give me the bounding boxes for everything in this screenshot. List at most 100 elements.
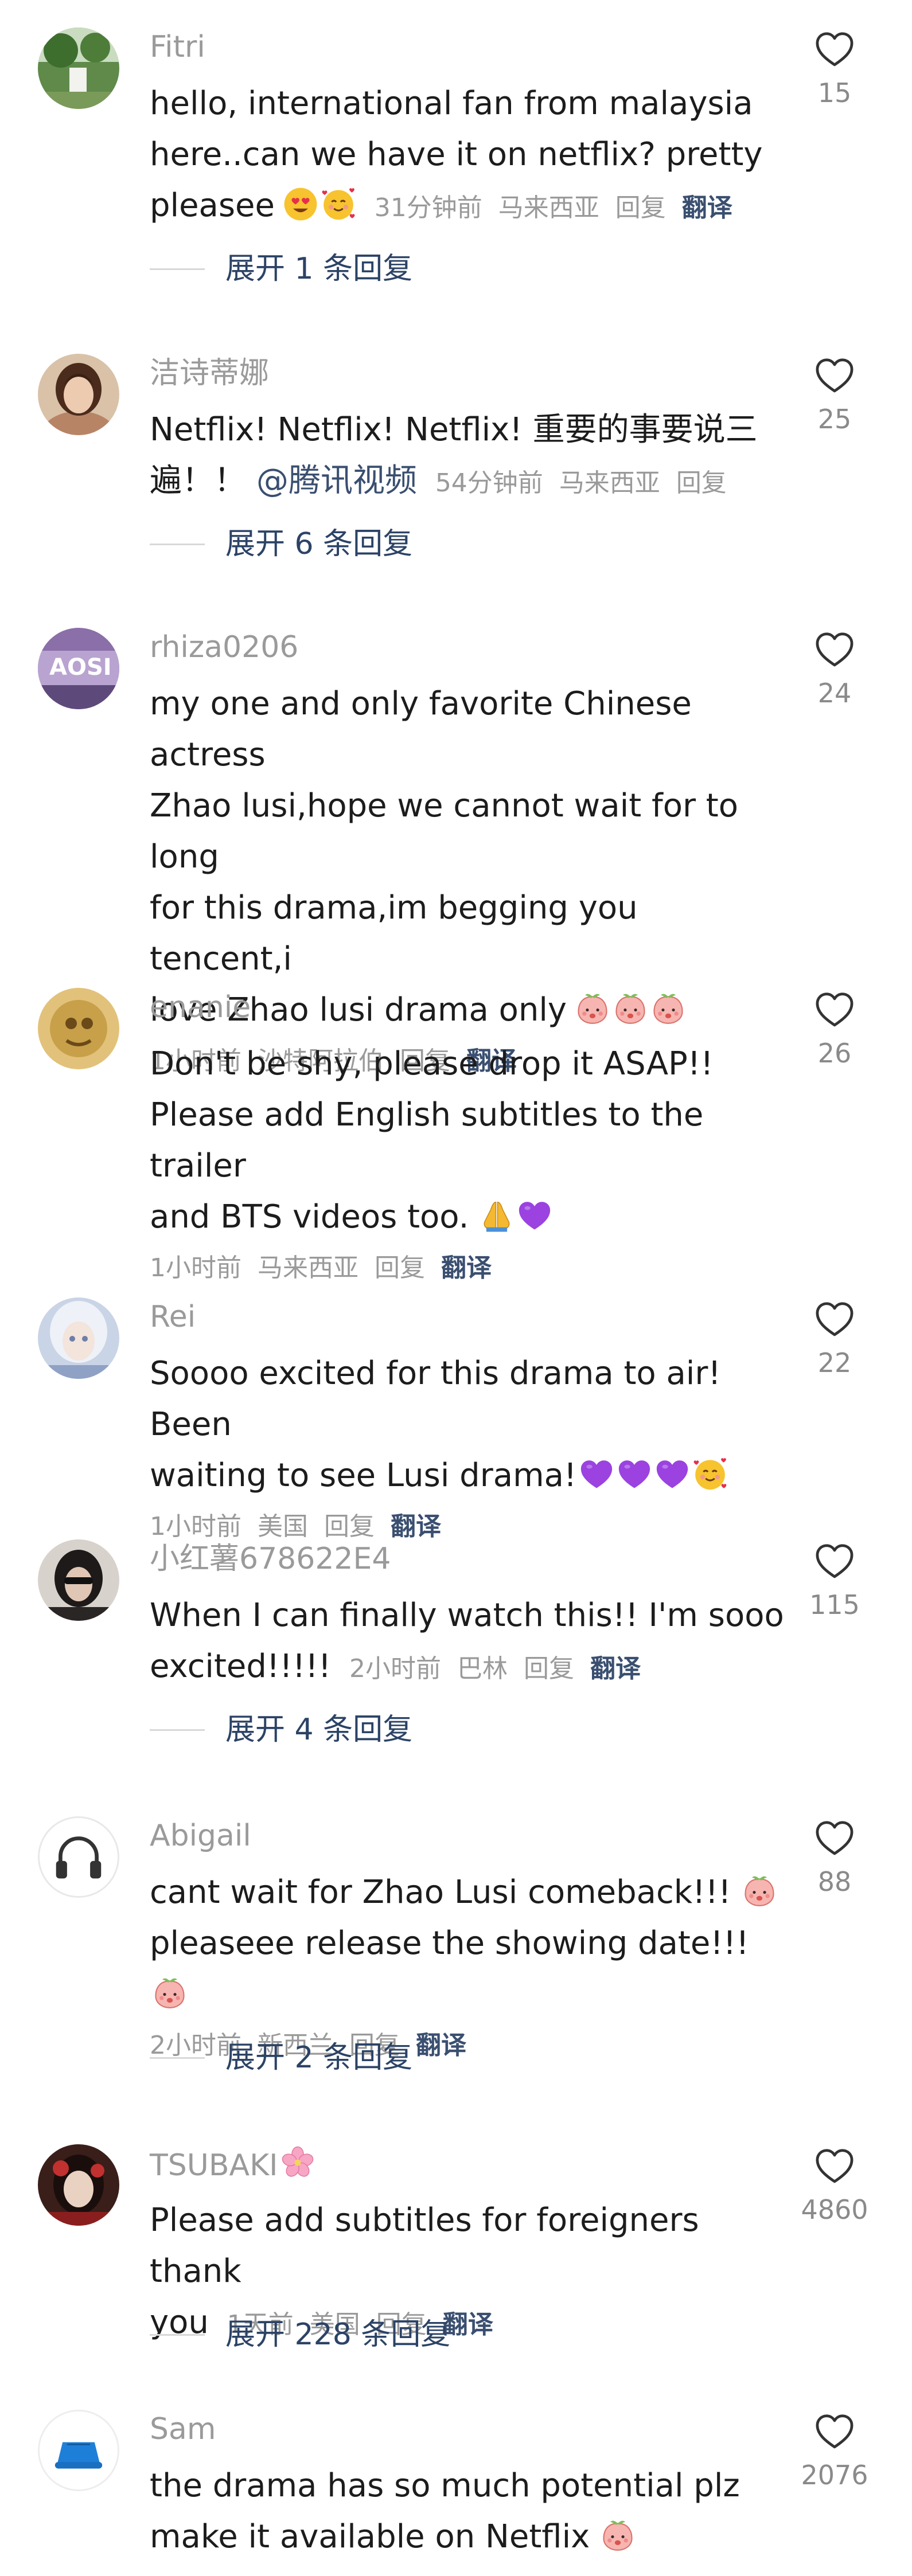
heart-icon[interactable] — [813, 2410, 856, 2453]
avatar[interactable] — [38, 28, 119, 109]
username[interactable]: Sam — [150, 2411, 216, 2448]
smiling-hearts-emoji — [321, 186, 356, 222]
comment-text-line: waiting to see Lusi drama! — [150, 1457, 577, 1494]
heart-icon[interactable] — [813, 1539, 856, 1583]
peach-face-emoji — [613, 991, 648, 1026]
location: 美国 — [258, 1512, 308, 1541]
translate-button[interactable]: 翻译 — [682, 193, 732, 222]
avatar[interactable] — [38, 2410, 119, 2491]
comment-text: Don't be shy, please drop it ASAP!! Plea… — [150, 1038, 786, 1293]
like-button[interactable]: 4860 — [794, 2144, 875, 2227]
like-button[interactable]: 26 — [794, 988, 875, 1070]
peach-face-emoji — [575, 991, 610, 1026]
username[interactable]: Fitri — [150, 29, 205, 65]
expand-replies-label[interactable]: 展开 2 条回复 — [225, 2035, 412, 2081]
svg-text:AOSI: AOSI — [49, 654, 112, 681]
expand-replies-button[interactable]: 展开 1 条回复 — [150, 246, 412, 292]
heart-icon[interactable] — [813, 28, 856, 71]
expand-replies-label[interactable]: 展开 6 条回复 — [225, 521, 412, 567]
peach-face-emoji — [742, 1873, 777, 1909]
comment-text-line: Soooo excited for this drama to air! Bee… — [150, 1355, 721, 1443]
expand-replies-label[interactable]: 展开 4 条回复 — [225, 1707, 412, 1753]
like-count: 88 — [817, 1866, 852, 1897]
like-count: 24 — [817, 678, 852, 709]
like-count: 115 — [809, 1589, 860, 1620]
translate-button[interactable]: 翻译 — [391, 1512, 441, 1541]
like-button[interactable]: 88 — [794, 1816, 875, 1899]
divider — [150, 1729, 205, 1731]
expand-replies-button[interactable]: 展开 4 条回复 — [150, 1707, 412, 1753]
heart-icon[interactable] — [813, 988, 856, 1031]
avatar[interactable] — [38, 2144, 119, 2226]
comment-text-line: Zhao lusi,hope we cannot wait for to lon… — [150, 787, 738, 875]
comment-text: hello, international fan from malaysia h… — [150, 78, 786, 233]
heart-icon[interactable] — [813, 1816, 856, 1860]
avatar[interactable] — [38, 988, 119, 1069]
like-button[interactable]: 115 — [794, 1539, 875, 1622]
like-count: 22 — [817, 1347, 852, 1378]
like-count: 15 — [817, 77, 852, 108]
timestamp: 2小时前 — [349, 1654, 441, 1683]
like-button[interactable]: 25 — [794, 354, 875, 436]
like-button[interactable]: 2076 — [794, 2410, 875, 2492]
translate-button[interactable]: 翻译 — [441, 1253, 492, 1283]
location: 马来西亚 — [498, 193, 599, 222]
username[interactable]: rhiza0206 — [150, 629, 298, 666]
translate-button[interactable]: 翻译 — [416, 2031, 466, 2060]
comment-text-line: Don't be shy, please drop it ASAP!! — [150, 1045, 714, 1082]
heart-icon[interactable] — [813, 628, 856, 671]
avatar[interactable]: AOSI — [38, 628, 119, 709]
peach-face-emoji — [650, 991, 686, 1026]
purple-heart-emoji — [617, 1456, 652, 1492]
timestamp: 1小时前 — [150, 1253, 241, 1283]
like-button[interactable]: 15 — [794, 28, 875, 110]
timestamp: 1小时前 — [150, 1512, 241, 1541]
translate-button[interactable]: 翻译 — [590, 1654, 641, 1683]
avatar[interactable] — [38, 1816, 119, 1898]
reply-button[interactable]: 回复 — [324, 1512, 375, 1541]
mention-link[interactable]: @腾讯视频 — [256, 462, 417, 499]
location: 马来西亚 — [559, 468, 660, 498]
like-count: 2076 — [801, 2460, 868, 2491]
reply-button[interactable]: 回复 — [676, 468, 727, 498]
smiling-hearts-emoji — [692, 1456, 728, 1492]
expand-replies-button[interactable]: 展开 228 条回复 — [150, 2312, 450, 2358]
comment-text-line: hello, international fan from malaysia — [150, 85, 753, 122]
purple-heart-emoji — [654, 1456, 690, 1492]
like-count: 4860 — [801, 2194, 868, 2225]
heart-icon[interactable] — [813, 354, 856, 397]
purple-heart-emoji — [579, 1456, 614, 1492]
divider — [150, 2333, 205, 2336]
expand-replies-button[interactable]: 展开 2 条回复 — [150, 2035, 412, 2081]
expand-replies-label[interactable]: 展开 228 条回复 — [225, 2312, 450, 2358]
avatar[interactable] — [38, 1297, 119, 1379]
comment-meta: 31分钟前 马来西亚 回复 翻译 — [367, 193, 732, 222]
username-text[interactable]: TSUBAKI — [150, 2148, 278, 2183]
divider — [150, 2057, 205, 2059]
comment-text: the drama has so much potential plz make… — [150, 2460, 786, 2562]
username[interactable]: 小红薯678622E4 — [150, 1541, 391, 1577]
username[interactable]: TSUBAKI — [150, 2145, 315, 2184]
heart-icon[interactable] — [813, 2144, 856, 2188]
like-button[interactable]: 22 — [794, 1297, 875, 1380]
reply-button[interactable]: 回复 — [375, 1253, 425, 1283]
expand-replies-label[interactable]: 展开 1 条回复 — [225, 246, 412, 292]
reply-button[interactable]: 回复 — [615, 193, 666, 222]
username[interactable]: Rei — [150, 1299, 196, 1335]
avatar[interactable] — [38, 354, 119, 435]
username[interactable]: enanie — [150, 989, 251, 1026]
timestamp: 31分钟前 — [374, 193, 482, 222]
heart-icon[interactable] — [813, 1297, 856, 1341]
comment-text-line: Netflix! Netflix! Netflix! 重要的事要说三 — [150, 411, 758, 448]
comment-text: When I can finally watch this!! I'm sooo… — [150, 1590, 786, 1694]
heart-eyes-emoji — [283, 186, 318, 222]
comment-text-line: excited!!!!! — [150, 1648, 332, 1685]
avatar[interactable] — [38, 1539, 119, 1621]
reply-button[interactable]: 回复 — [524, 1654, 574, 1683]
comment-text-line: make it available on Netflix — [150, 2518, 590, 2555]
like-button[interactable]: 24 — [794, 628, 875, 710]
username[interactable]: 洁诗蒂娜 — [150, 355, 269, 392]
comment-text: Netflix! Netflix! Netflix! 重要的事要说三 遍！！ @腾… — [150, 404, 786, 509]
expand-replies-button[interactable]: 展开 6 条回复 — [150, 521, 412, 567]
username[interactable]: Abigail — [150, 1817, 251, 1854]
